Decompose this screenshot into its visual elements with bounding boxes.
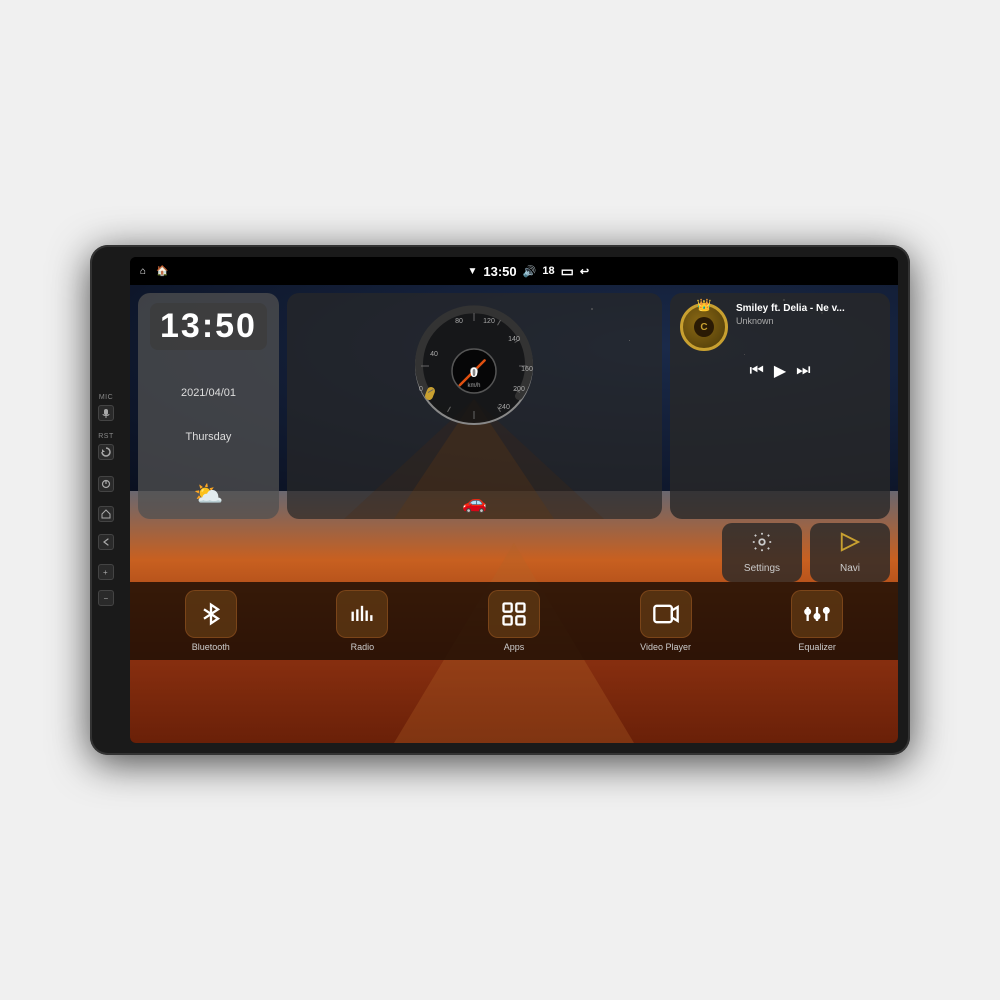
navi-label: Navi <box>840 563 860 574</box>
rst-button[interactable] <box>98 444 114 460</box>
weather-icon: ⛅ <box>150 480 267 509</box>
clock-time: 13:50 <box>150 303 267 350</box>
crown-icon: 👑 <box>697 298 712 312</box>
speedometer-widget: 0 40 80 120 140 160 200 240 <box>287 293 662 519</box>
video-player-label: Video Player <box>640 642 691 652</box>
navi-widget[interactable]: Navi <box>810 523 890 582</box>
svg-text:40: 40 <box>431 351 439 358</box>
speedometer-svg: 0 40 80 120 140 160 200 240 <box>409 301 539 431</box>
mic-label: MIC <box>99 394 113 401</box>
bluetooth-app[interactable]: Bluetooth <box>138 590 284 652</box>
prev-button[interactable]: ⏮ <box>749 362 763 380</box>
music-widget: 👑 C Smiley ft. Delia - Ne v... Unknown ⏮ <box>670 293 890 519</box>
radio-icon-box <box>336 590 388 638</box>
svg-text:140: 140 <box>509 336 521 343</box>
svg-text:−: − <box>104 594 109 603</box>
settings-icon <box>751 531 773 559</box>
volume-level: 18 <box>542 265 554 277</box>
equalizer-label: Equalizer <box>798 642 836 652</box>
play-button[interactable]: ▶ <box>774 361 786 381</box>
side-buttons: MIC RST + <box>98 394 114 606</box>
battery-icon: ▭ <box>561 263 574 280</box>
video-icon-box <box>640 590 692 638</box>
apps-icon-box <box>488 590 540 638</box>
clock-widget: 13:50 2021/04/01 Thursday ⛅ <box>138 293 279 519</box>
album-art: 👑 C <box>680 303 728 351</box>
music-title: Smiley ft. Delia - Ne v... <box>736 303 880 314</box>
wifi-icon: ▼ <box>467 266 477 277</box>
svg-text:0: 0 <box>471 364 479 380</box>
bluetooth-icon-box <box>185 590 237 638</box>
apps-label: Apps <box>504 642 525 652</box>
radio-app[interactable]: Radio <box>290 590 436 652</box>
svg-text:200: 200 <box>514 386 526 393</box>
car-head-unit: MIC RST + <box>90 245 910 755</box>
bluetooth-label: Bluetooth <box>192 642 230 652</box>
svg-text:+: + <box>103 568 108 577</box>
back-status-icon[interactable]: ↩ <box>580 265 589 278</box>
svg-text:0: 0 <box>420 386 424 393</box>
svg-text:240: 240 <box>499 404 511 411</box>
svg-text:160: 160 <box>522 366 534 373</box>
home-status-icon[interactable]: ⌂ <box>140 266 146 277</box>
svg-text:80: 80 <box>456 318 464 325</box>
music-artist: Unknown <box>736 316 880 326</box>
main-content: 13:50 2021/04/01 Thursday ⛅ <box>130 285 898 743</box>
navi-icon <box>839 531 861 559</box>
equalizer-icon-box <box>791 590 843 638</box>
svg-text:120: 120 <box>484 318 496 325</box>
video-player-app[interactable]: Video Player <box>593 590 739 652</box>
settings-widget[interactable]: Settings <box>722 523 802 582</box>
rst-label: RST <box>98 433 114 440</box>
home-side-button[interactable] <box>98 506 114 522</box>
vol-down-button[interactable]: − <box>98 590 114 606</box>
settings-navi-row: Settings Navi <box>130 523 898 582</box>
svg-text:km/h: km/h <box>468 383 481 389</box>
next-button[interactable]: ⏭ <box>796 362 810 380</box>
status-bar: ⌂ 🏠 ▼ 13:50 🔊 18 ▭ ↩ <box>130 257 898 285</box>
clock-day: Thursday <box>150 431 267 443</box>
radio-label: Radio <box>351 642 375 652</box>
power-button[interactable] <box>98 476 114 492</box>
settings-label: Settings <box>744 563 780 574</box>
equalizer-app[interactable]: Equalizer <box>744 590 890 652</box>
volume-icon: 🔊 <box>523 265 537 278</box>
android-home-icon[interactable]: 🏠 <box>156 266 168 277</box>
app-bar: Bluetooth Radio <box>130 582 898 660</box>
music-controls: ⏮ ▶ ⏭ <box>680 361 880 381</box>
screen: ⌂ 🏠 ▼ 13:50 🔊 18 ▭ ↩ <box>130 257 898 743</box>
vol-up-button[interactable]: + <box>98 564 114 580</box>
clock-date: 2021/04/01 <box>150 387 267 399</box>
apps-app[interactable]: Apps <box>441 590 587 652</box>
back-side-button[interactable] <box>98 534 114 550</box>
status-time: 13:50 <box>483 264 516 279</box>
widgets-row: 13:50 2021/04/01 Thursday ⛅ <box>130 285 898 523</box>
mic-button[interactable] <box>98 405 114 421</box>
